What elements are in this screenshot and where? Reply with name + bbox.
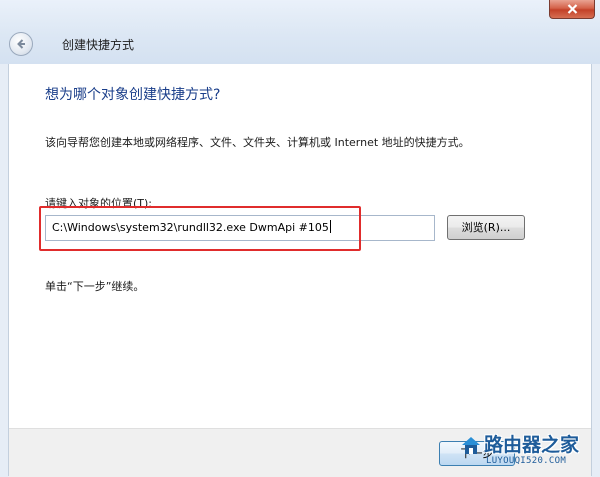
wizard-heading: 想为哪个对象创建快捷方式? xyxy=(45,87,221,103)
continue-hint: 单击“下一步”继续。 xyxy=(45,280,145,293)
title-bar: 创建快捷方式 xyxy=(0,0,600,64)
watermark: 路由器之家 LUYOUQI520.COM xyxy=(460,428,596,472)
location-input-text: C:\Windows\system32\rundll32.exe DwmApi … xyxy=(52,221,329,234)
window-title: 创建快捷方式 xyxy=(62,38,135,52)
back-arrow-icon xyxy=(17,39,25,49)
browse-button[interactable]: 浏览(R)... xyxy=(447,215,525,240)
watermark-name: 路由器之家 xyxy=(484,434,580,456)
wizard-description: 该向导帮您创建本地或网络程序、文件、文件夹、计算机或 Internet 地址的快… xyxy=(45,136,470,149)
close-button[interactable] xyxy=(549,0,595,19)
back-button[interactable] xyxy=(9,32,33,56)
house-icon xyxy=(462,437,480,454)
watermark-url: LUYOUQI520.COM xyxy=(486,456,567,466)
wizard-content: 想为哪个对象创建快捷方式? 该向导帮您创建本地或网络程序、文件、文件夹、计算机或… xyxy=(8,64,592,477)
location-label: 请键入对象的位置(T): xyxy=(45,197,153,210)
location-input[interactable]: C:\Windows\system32\rundll32.exe DwmApi … xyxy=(45,215,435,241)
close-x-icon xyxy=(567,4,578,14)
text-caret xyxy=(329,220,331,233)
